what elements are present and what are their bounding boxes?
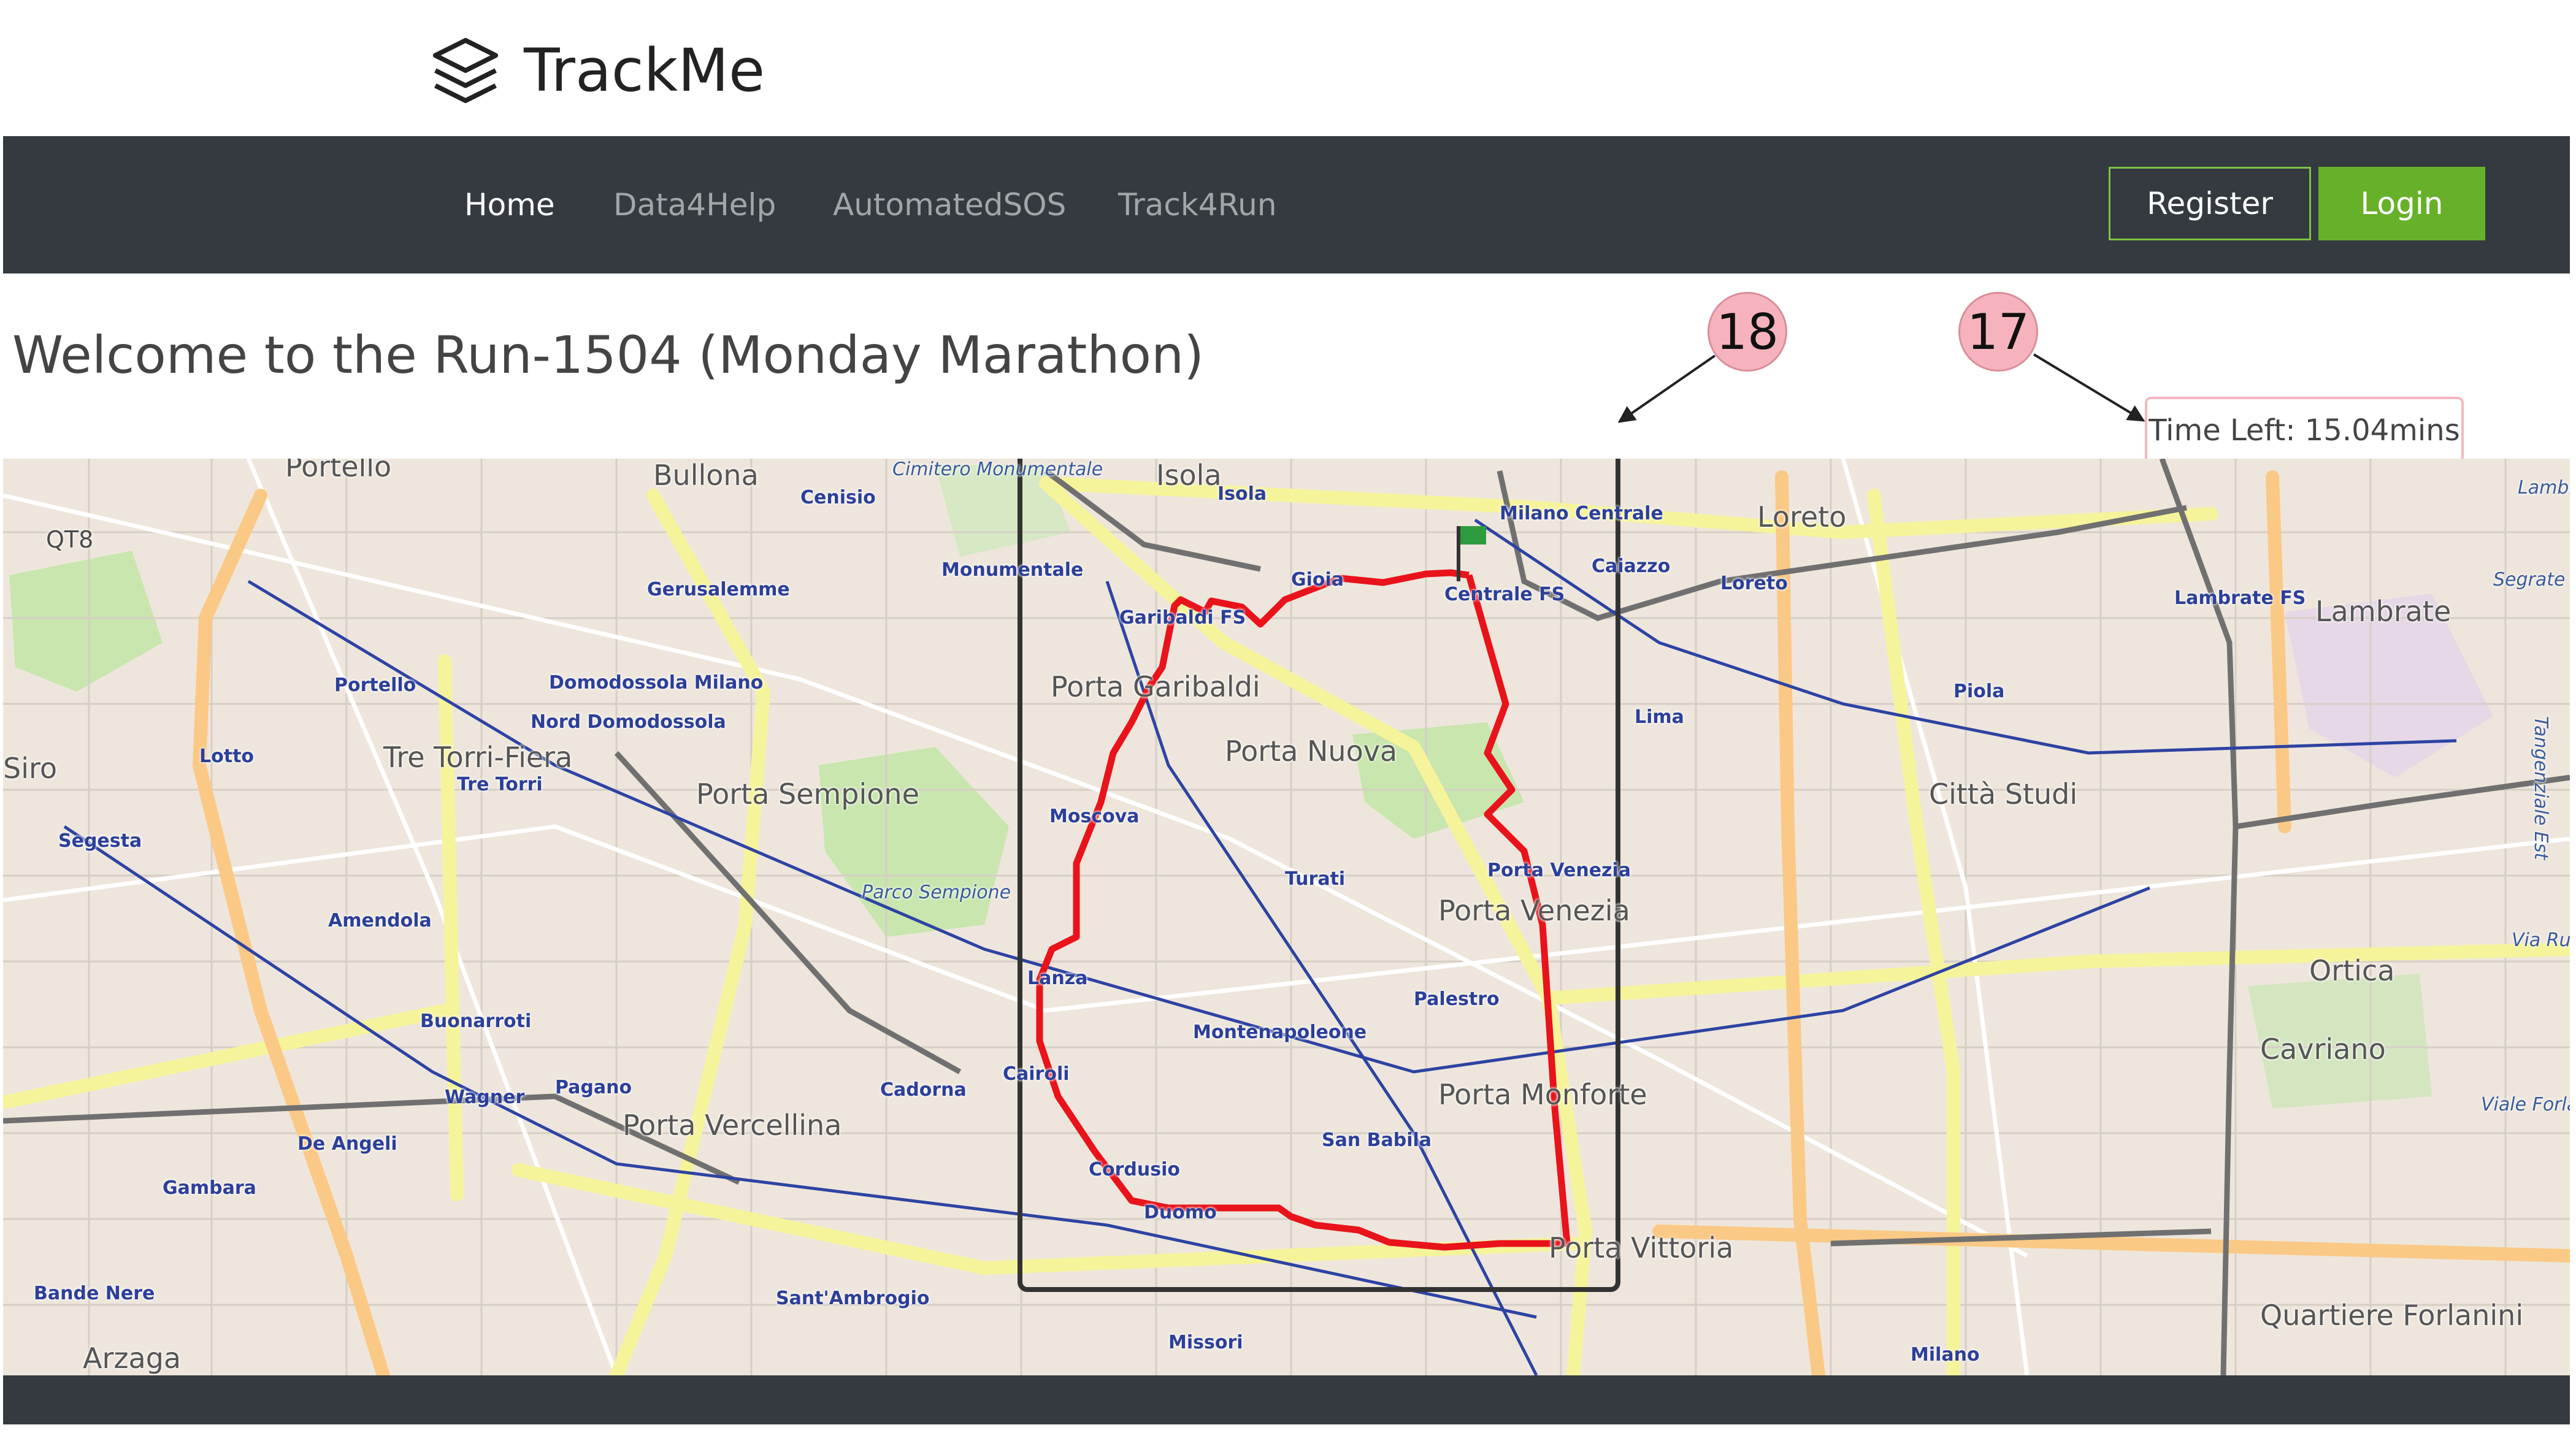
map-label-isola: Isola [1217, 483, 1267, 505]
map-label-lambrate-italic: Lambrate [2518, 477, 2570, 499]
map-label-porta-sempione: Porta Sempione [696, 778, 919, 811]
map-label-lanza: Lanza [1027, 968, 1088, 989]
map-label-porta-monforte: Porta Monforte [1438, 1078, 1647, 1111]
footer-bar [3, 1375, 2570, 1424]
map-label-tangenziale-est: Tangenziale Est [2530, 716, 2551, 860]
map-label-turati: Turati [1285, 868, 1346, 890]
nav-automatedsos[interactable]: AutomatedSOS [833, 136, 1066, 273]
map-label-milano-centrale: Milano Centrale [1500, 503, 1663, 524]
layers-icon [432, 37, 499, 104]
map-label-caiazzo: Caiazzo [1592, 556, 1671, 577]
map-label-portello: Portello [334, 674, 416, 696]
map-label-lima: Lima [1635, 706, 1684, 728]
register-button[interactable]: Register [2109, 167, 2311, 240]
login-button[interactable]: Login [2318, 167, 2485, 240]
map-label-centrale-fs: Centrale FS [1444, 584, 1565, 605]
map-label-viale-forlanini: Viale Forlanini [2481, 1094, 2570, 1115]
map-label-palestro: Palestro [1414, 988, 1500, 1010]
map-label-missori: Missori [1168, 1332, 1243, 1353]
map-label-portello-top: Portello [285, 459, 392, 483]
map-label-loreto-station: Loreto [1720, 573, 1788, 594]
map-label-de-angeli: De Angeli [297, 1133, 397, 1155]
navbar: Home Data4Help AutomatedSOS Track4Run Re… [3, 136, 2570, 273]
map-label-porta-venezia: Porta Venezia [1438, 894, 1630, 927]
map-label-porta-vittoria: Porta Vittoria [1549, 1231, 1734, 1264]
map-label-qt8: QT8 [46, 526, 94, 553]
map-label-citta-studi: Città Studi [1929, 778, 2078, 811]
map-label-porta-nuova: Porta Nuova [1225, 735, 1398, 768]
map-label-amendola: Amendola [328, 910, 432, 931]
page-title: Welcome to the Run-1504 (Monday Marathon… [12, 325, 1204, 385]
map-label-isola-big: Isola [1156, 459, 1222, 492]
map-label-pagano: Pagano [555, 1077, 632, 1098]
map-label-arzaga: Arzaga [83, 1342, 182, 1375]
map-label-buonarroti: Buonarroti [420, 1011, 532, 1032]
map-label-bande-nere: Bande Nere [34, 1283, 155, 1304]
brand-name: TrackMe [524, 36, 765, 105]
map-label-cordusio: Cordusio [1089, 1159, 1181, 1180]
map-label-gerusalemme: Gerusalemme [647, 579, 790, 600]
brand[interactable]: TrackMe [429, 31, 765, 110]
map-label-porta-venezia-station: Porta Venezia [1487, 860, 1631, 881]
map-label-siro: Siro [3, 752, 58, 785]
map-label-parco-sempione: Parco Sempione [862, 882, 1011, 903]
map-label-cimitero-monumentale: Cimitero Monumentale [892, 459, 1103, 480]
map-label-duomo: Duomo [1144, 1202, 1217, 1223]
map-label-quartiere-forlanini: Quartiere Forlanini [2260, 1299, 2524, 1332]
nav-track4run[interactable]: Track4Run [1118, 136, 1277, 273]
map-label-tre-torri: Tre Torri [457, 774, 543, 795]
map-label-garibaldi-fs: Garibaldi FS [1119, 607, 1246, 629]
map-label-cenisio: Cenisio [800, 487, 876, 508]
map[interactable]: Porta Garibaldi Porta Nuova Porta Sempio… [3, 459, 2570, 1375]
map-label-nord-domodossola: Nord Domodossola [531, 711, 726, 733]
time-left-box: Time Left: 15.04mins [2145, 397, 2464, 464]
map-label-domodossola-milano: Domodossola Milano [549, 672, 764, 694]
map-label-moscova: Moscova [1049, 806, 1140, 827]
annotation-badge-17: 17 [1958, 292, 2038, 372]
nav-home[interactable]: Home [464, 136, 555, 273]
map-label-segrate: Segrate [2493, 569, 2566, 590]
map-label-ortica: Ortica [2309, 954, 2395, 987]
nav-data4help[interactable]: Data4Help [613, 136, 776, 273]
map-label-lambrate-fs: Lambrate FS [2174, 587, 2306, 609]
map-label-gioia: Gioia [1291, 569, 1344, 590]
map-label-via-rubattino: Via Rubattino [2512, 930, 2570, 951]
map-label-lambrate: Lambrate [2315, 595, 2451, 628]
map-label-wagner: Wagner [445, 1087, 525, 1108]
map-label-lotto: Lotto [199, 746, 255, 767]
map-label-bullona: Bullona [653, 459, 759, 492]
map-label-monumentale: Monumentale [941, 559, 1084, 581]
map-label-segesta: Segesta [58, 830, 142, 852]
map-label-montenapoleone: Montenapoleone [1193, 1022, 1367, 1043]
annotation-badge-18: 18 [1708, 292, 1787, 372]
map-label-sant-ambrogio: Sant'Ambrogio [776, 1288, 930, 1309]
map-label-piola: Piola [1953, 681, 2005, 702]
map-label-porta-garibaldi: Porta Garibaldi [1051, 670, 1260, 703]
map-label-cavriano: Cavriano [2260, 1033, 2386, 1066]
map-label-cadorna: Cadorna [880, 1079, 967, 1101]
map-label-porta-vercellina: Porta Vercellina [623, 1109, 842, 1142]
map-label-tre-torri-fiera: Tre Torri-Fiera [383, 741, 573, 774]
map-label-gambara: Gambara [163, 1177, 256, 1199]
map-label-cairoli: Cairoli [1003, 1063, 1070, 1085]
map-label-san-babila: San Babila [1322, 1129, 1432, 1151]
map-label-milano: Milano [1911, 1344, 1980, 1366]
map-label-loreto: Loreto [1757, 500, 1847, 533]
